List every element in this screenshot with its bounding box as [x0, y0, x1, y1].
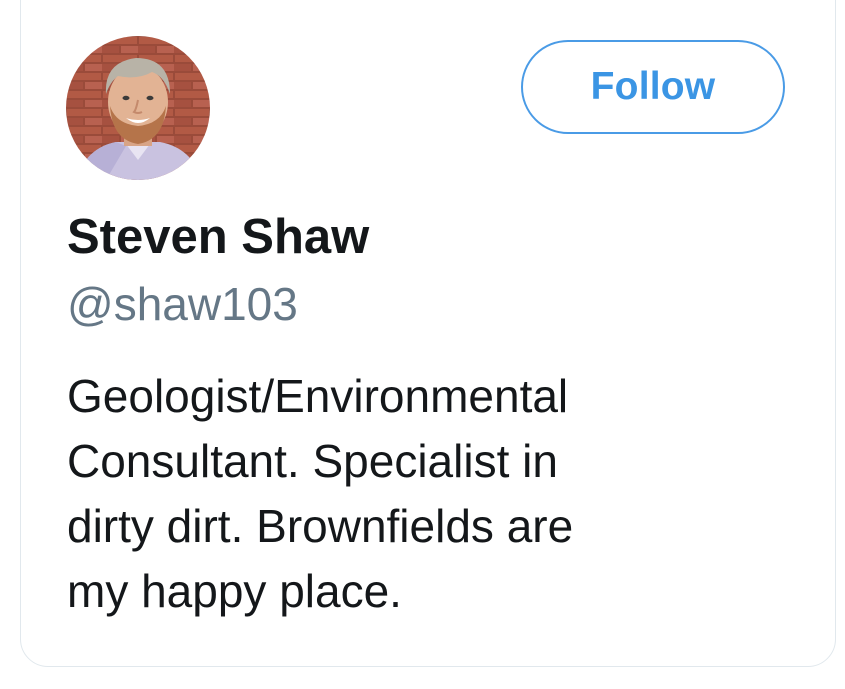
display-name[interactable]: Steven Shaw — [67, 206, 369, 268]
profile-photo-icon — [66, 36, 210, 180]
bio-line: my happy place. — [67, 565, 402, 617]
user-handle[interactable]: @shaw103 — [67, 273, 298, 335]
avatar[interactable] — [66, 36, 210, 180]
follow-button[interactable]: Follow — [521, 40, 785, 134]
bio-line: Geologist/Environmental — [67, 370, 569, 422]
bio: Geologist/Environmental Consultant. Spec… — [67, 364, 767, 624]
bio-line: dirty dirt. Brownfields are — [67, 500, 574, 552]
bio-line: Consultant. Specialist in — [67, 435, 558, 487]
